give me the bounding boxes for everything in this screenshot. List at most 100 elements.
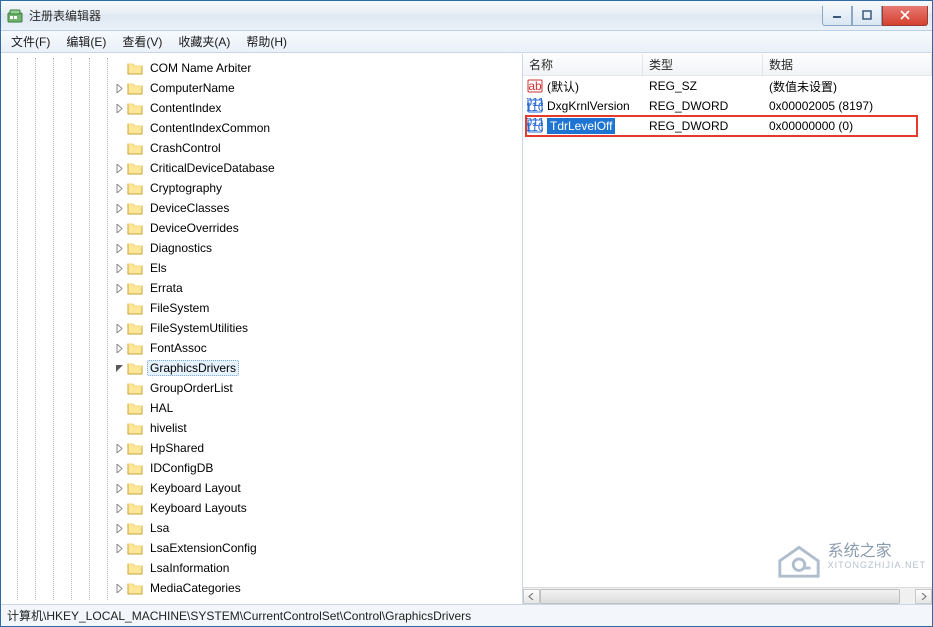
folder-icon	[127, 380, 143, 396]
client-area: COM Name Arbiter ComputerName ContentIndex…	[1, 53, 932, 604]
values-header: 名称 类型 数据	[523, 54, 932, 76]
chevron-right-icon[interactable]	[113, 162, 125, 174]
scroll-right-button[interactable]	[915, 589, 932, 604]
value-row[interactable]: ab(默认)REG_SZ(数值未设置)	[523, 76, 932, 96]
folder-icon	[127, 540, 143, 556]
tree-node-label: Errata	[147, 280, 186, 296]
tree-node-label: HAL	[147, 400, 176, 416]
chevron-right-icon[interactable]	[113, 222, 125, 234]
svg-text:ab: ab	[528, 79, 542, 93]
chevron-right-icon[interactable]	[113, 582, 125, 594]
chevron-right-icon[interactable]	[113, 242, 125, 254]
chevron-right-icon[interactable]	[113, 182, 125, 194]
values-body[interactable]: ab(默认)REG_SZ(数值未设置)011110DxgKrnlVersionR…	[523, 76, 932, 587]
tree-node-label: DeviceClasses	[147, 200, 232, 216]
value-type: REG_DWORD	[643, 119, 763, 133]
chevron-right-icon[interactable]	[113, 502, 125, 514]
folder-icon	[127, 300, 143, 316]
chevron-down-icon[interactable]	[113, 362, 125, 374]
close-button[interactable]	[882, 6, 928, 26]
dword-value-icon: 011110	[527, 118, 543, 134]
scroll-thumb[interactable]	[540, 589, 900, 604]
folder-icon	[127, 520, 143, 536]
menu-help[interactable]: 帮助(H)	[238, 31, 295, 52]
chevron-right-icon[interactable]	[113, 482, 125, 494]
tree-node-label: MediaCategories	[147, 580, 244, 596]
app-icon	[7, 8, 23, 24]
chevron-right-icon[interactable]	[113, 102, 125, 114]
folder-icon	[127, 480, 143, 496]
maximize-button[interactable]	[852, 6, 882, 26]
chevron-right-icon[interactable]	[113, 322, 125, 334]
tree-node-label: FontAssoc	[147, 340, 210, 356]
folder-icon	[127, 420, 143, 436]
value-type: REG_DWORD	[643, 99, 763, 113]
statusbar: 计算机\HKEY_LOCAL_MACHINE\SYSTEM\CurrentCon…	[1, 604, 932, 626]
value-data: (数值未设置)	[763, 78, 932, 95]
horizontal-scrollbar[interactable]	[523, 587, 932, 604]
folder-icon	[127, 140, 143, 156]
chevron-right-icon	[113, 562, 125, 574]
chevron-right-icon[interactable]	[113, 462, 125, 474]
chevron-right-icon[interactable]	[113, 522, 125, 534]
menu-favorites[interactable]: 收藏夹(A)	[170, 31, 238, 52]
tree-node-label: Lsa	[147, 520, 172, 536]
chevron-right-icon[interactable]	[113, 202, 125, 214]
column-header-type[interactable]: 类型	[643, 54, 763, 75]
tree-node-label: COM Name Arbiter	[147, 60, 254, 76]
chevron-right-icon[interactable]	[113, 82, 125, 94]
chevron-right-icon	[113, 422, 125, 434]
tree-node-label: ContentIndex	[147, 100, 224, 116]
value-row[interactable]: 011110DxgKrnlVersionREG_DWORD0x00002005 …	[523, 96, 932, 116]
menu-view[interactable]: 查看(V)	[114, 31, 170, 52]
chevron-right-icon	[113, 402, 125, 414]
folder-icon	[127, 400, 143, 416]
folder-icon	[127, 460, 143, 476]
folder-icon	[127, 60, 143, 76]
value-row[interactable]: 011110TdrLevelOff REG_DWORD0x00000000 (0)	[523, 116, 932, 136]
tree-pane[interactable]: COM Name Arbiter ComputerName ContentIndex…	[1, 54, 523, 604]
tree-node-label: ComputerName	[147, 80, 238, 96]
menu-edit[interactable]: 编辑(E)	[58, 31, 114, 52]
titlebar[interactable]: 注册表编辑器	[1, 1, 932, 31]
column-header-data[interactable]: 数据	[763, 54, 932, 75]
chevron-right-icon[interactable]	[113, 282, 125, 294]
tree-node-label: GroupOrderList	[147, 380, 236, 396]
tree-node-label: DeviceOverrides	[147, 220, 242, 236]
tree-node-label: Cryptography	[147, 180, 225, 196]
tree-node-label: IDConfigDB	[147, 460, 216, 476]
folder-icon	[127, 220, 143, 236]
column-header-name[interactable]: 名称	[523, 54, 643, 75]
value-name: TdrLevelOff	[547, 118, 615, 134]
scroll-left-button[interactable]	[523, 589, 540, 604]
value-data: 0x00002005 (8197)	[763, 99, 932, 113]
minimize-icon	[832, 10, 842, 20]
menu-file[interactable]: 文件(F)	[3, 31, 58, 52]
tree-node-label: CriticalDeviceDatabase	[147, 160, 278, 176]
folder-icon	[127, 80, 143, 96]
window-title: 注册表编辑器	[29, 7, 822, 24]
tree-node-label: Diagnostics	[147, 240, 215, 256]
chevron-right-icon	[113, 142, 125, 154]
scroll-track[interactable]	[540, 589, 915, 604]
folder-icon	[127, 340, 143, 356]
minimize-button[interactable]	[822, 6, 852, 26]
chevron-right-icon	[113, 382, 125, 394]
value-data: 0x00000000 (0)	[763, 119, 932, 133]
folder-icon	[127, 260, 143, 276]
folder-icon	[127, 560, 143, 576]
chevron-right-icon	[920, 593, 927, 600]
tree-node-label: LsaExtensionConfig	[147, 540, 260, 556]
chevron-right-icon[interactable]	[113, 342, 125, 354]
chevron-right-icon[interactable]	[113, 442, 125, 454]
chevron-right-icon[interactable]	[113, 262, 125, 274]
tree-node-label: FileSystem	[147, 300, 212, 316]
folder-icon	[127, 200, 143, 216]
menubar: 文件(F) 编辑(E) 查看(V) 收藏夹(A) 帮助(H)	[1, 31, 932, 53]
folder-icon	[127, 500, 143, 516]
tree-node-label: Keyboard Layouts	[147, 500, 250, 516]
chevron-right-icon[interactable]	[113, 542, 125, 554]
tree-node-label: GraphicsDrivers	[147, 360, 239, 376]
tree-guides	[5, 58, 113, 600]
values-pane: 名称 类型 数据 ab(默认)REG_SZ(数值未设置)011110DxgKrn…	[523, 54, 932, 604]
